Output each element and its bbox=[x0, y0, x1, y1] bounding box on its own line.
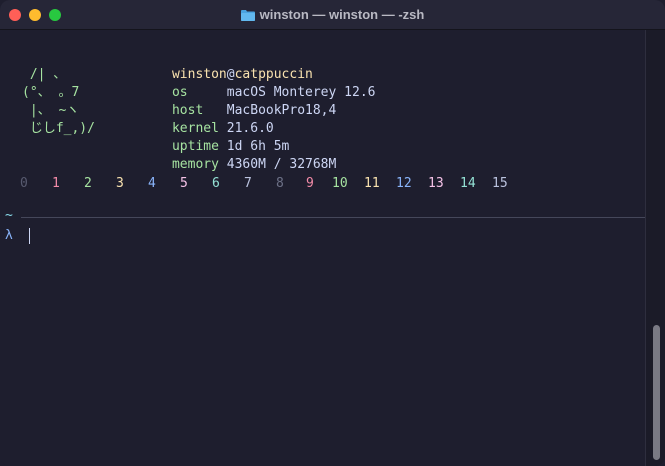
palette-color-1: 1 bbox=[52, 176, 60, 191]
scrollbar-thumb[interactable] bbox=[653, 325, 660, 460]
palette-color-13: 13 bbox=[428, 176, 444, 191]
palette-color-14: 14 bbox=[460, 176, 476, 191]
palette-color-0: 0 bbox=[20, 176, 28, 191]
palette-color-2: 2 bbox=[84, 176, 92, 191]
palette-color-3: 3 bbox=[116, 176, 124, 191]
palette-color-9: 9 bbox=[306, 176, 314, 191]
terminal-window: winston — winston — -zsh /| 、 (°、 。7 |、 … bbox=[0, 0, 665, 466]
info-row-memory: memory 4360M / 32768M bbox=[125, 138, 336, 192]
scrollbar[interactable] bbox=[645, 30, 665, 466]
palette-color-8: 8 bbox=[276, 176, 284, 191]
ascii-art-line: |、 ~ヽ bbox=[22, 103, 80, 118]
palette-color-12: 12 bbox=[396, 176, 412, 191]
palette-color-4: 4 bbox=[148, 176, 156, 191]
folder-icon bbox=[240, 9, 255, 21]
info-value: 4360M / 32768M bbox=[226, 157, 337, 172]
info-key: memory bbox=[171, 157, 219, 172]
ascii-art-line: じしf_,)/ bbox=[22, 121, 95, 136]
palette-color-7: 7 bbox=[244, 176, 252, 191]
prompt-directory: ~ bbox=[5, 208, 13, 223]
window-title: winston — winston — -zsh bbox=[259, 7, 425, 22]
text-cursor bbox=[29, 228, 30, 244]
prompt-divider bbox=[21, 217, 645, 218]
palette-color-15: 15 bbox=[492, 176, 508, 191]
palette-color-11: 11 bbox=[364, 176, 380, 191]
title-bar[interactable]: winston — winston — -zsh bbox=[0, 0, 665, 30]
window-title-area: winston — winston — -zsh bbox=[0, 0, 665, 29]
terminal-content[interactable]: /| 、 (°、 。7 |、 ~ヽ じしf_,)/ winston@catppu… bbox=[0, 30, 645, 466]
ascii-art-line: /| 、 bbox=[22, 67, 67, 82]
prompt-symbol: λ bbox=[5, 228, 13, 243]
info-pad bbox=[219, 157, 227, 172]
palette-color-10: 10 bbox=[332, 176, 348, 191]
palette-color-6: 6 bbox=[212, 176, 220, 191]
ascii-art-line: (°、 。7 bbox=[22, 85, 80, 100]
palette-color-5: 5 bbox=[180, 176, 188, 191]
